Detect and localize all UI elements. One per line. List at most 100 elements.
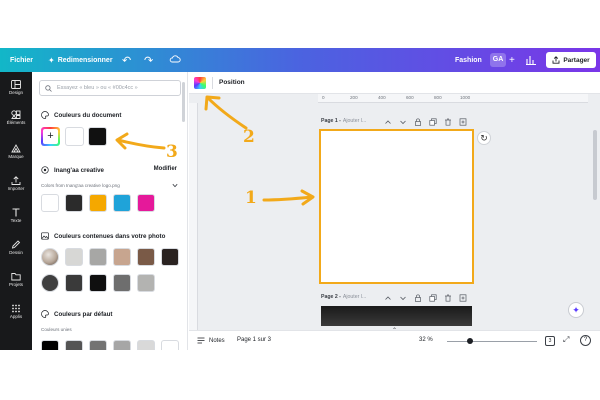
document-color-swatch[interactable] [65, 127, 84, 146]
chevron-down-icon[interactable] [399, 118, 407, 126]
add-page-icon[interactable] [459, 294, 467, 302]
default-color-swatch[interactable] [65, 340, 83, 350]
annotation-number-1: 1 [245, 188, 257, 208]
brand-color-swatch[interactable] [65, 194, 83, 212]
default-color-swatch[interactable] [41, 340, 59, 350]
folder-icon [11, 273, 21, 281]
photo-color-swatch[interactable] [137, 248, 155, 266]
page-title-input[interactable]: Ajouter l... [343, 294, 366, 300]
rail-item-projects[interactable]: Projets [0, 272, 32, 287]
canvas-scrollbar[interactable] [593, 130, 597, 200]
rail-label-text: Texte [10, 218, 22, 223]
zoom-text: 32 % [419, 337, 433, 343]
rail-item-upload[interactable]: Importer [0, 176, 32, 191]
photo-color-swatch[interactable] [41, 274, 59, 292]
page-title-input[interactable]: Ajouter l... [343, 118, 366, 124]
notes-button[interactable]: Notes [197, 337, 225, 344]
apps-icon [12, 304, 20, 313]
document-color-swatch[interactable] [88, 127, 107, 146]
share-label: Partager [563, 56, 590, 64]
add-page-icon[interactable] [459, 118, 467, 126]
photo-color-swatch[interactable] [113, 274, 131, 292]
default-colors-header: Couleurs par défaut [41, 310, 112, 318]
panel-scrollbar[interactable] [182, 82, 185, 122]
page-indicator: Page 1 sur 3 [237, 337, 271, 343]
grid-view-icon[interactable]: 3 [545, 336, 555, 346]
edit-brand-colors-button[interactable]: Modifier [154, 166, 177, 172]
project-name[interactable]: Fashion [455, 57, 482, 64]
photo-color-swatch[interactable] [161, 248, 179, 266]
chevron-down-icon[interactable] [399, 294, 407, 302]
rail-item-apps[interactable]: Applis [0, 304, 32, 319]
redo-icon[interactable]: ↷ [144, 54, 153, 67]
duplicate-icon[interactable] [429, 118, 437, 126]
insights-icon[interactable] [525, 54, 537, 65]
avatar[interactable]: GA [490, 53, 506, 67]
page-canvas-1[interactable] [319, 129, 474, 284]
rail-item-design[interactable]: Design [0, 80, 32, 95]
resize-button[interactable]: ✦ Redimensionner [48, 56, 113, 65]
duplicate-icon[interactable] [429, 294, 437, 302]
photo-color-swatch[interactable] [65, 274, 83, 292]
color-search-input[interactable]: Essayez « bleu » ou « #00c4cc » [39, 80, 181, 96]
zoom-slider[interactable] [447, 341, 537, 342]
add-collaborator-button[interactable]: + [509, 55, 515, 66]
help-label: ? [583, 337, 588, 343]
ruler-tick: 800 [434, 95, 442, 100]
add-color-button[interactable]: + [41, 127, 60, 146]
shapes-icon [11, 110, 21, 119]
lock-icon[interactable] [414, 294, 422, 302]
horizontal-ruler: 0 200 400 600 800 1000 [318, 94, 588, 103]
photo-color-swatch[interactable] [113, 248, 131, 266]
fullscreen-icon[interactable]: ⤢ [563, 335, 569, 345]
photo-thumbnail[interactable] [41, 248, 59, 266]
rail-item-brand[interactable]: Marque [0, 144, 32, 159]
file-menu-button[interactable]: Fichier [10, 57, 33, 64]
text-color-button[interactable] [194, 77, 206, 89]
brand-color-swatch[interactable] [89, 194, 107, 212]
brand-color-swatch[interactable] [113, 194, 131, 212]
rail-item-draw[interactable]: Dessin [0, 240, 32, 255]
default-color-swatch[interactable] [113, 340, 131, 350]
lock-icon[interactable] [414, 118, 422, 126]
brand-color-swatch[interactable] [41, 194, 59, 212]
toolbar-divider [212, 77, 213, 89]
trash-icon[interactable] [444, 118, 452, 126]
annotation-arrow-3 [115, 132, 166, 150]
upload-icon [11, 176, 21, 185]
chevron-up-icon[interactable] [384, 118, 392, 126]
photo-color-swatch[interactable] [65, 248, 83, 266]
palette-icon [41, 111, 49, 119]
chevron-up-icon[interactable] [384, 294, 392, 302]
brand-color-swatch[interactable] [137, 194, 155, 212]
brand-kit-subtitle-text: Colors from Inang'aa creative logo.png [41, 183, 120, 188]
undo-icon[interactable]: ↶ [122, 54, 131, 67]
chevron-down-icon[interactable] [172, 183, 178, 188]
chevron-up-icon[interactable]: ⌃ [392, 327, 397, 334]
page-actions [384, 118, 467, 126]
rail-item-elements[interactable]: Éléments [0, 110, 32, 125]
trash-icon[interactable] [444, 294, 452, 302]
photo-colors-title: Couleurs contenues dans votre photo [54, 232, 166, 240]
photo-colors-header: Couleurs contenues dans votre photo [41, 232, 165, 240]
photo-color-swatch[interactable] [137, 274, 155, 292]
page-canvas-2[interactable] [321, 306, 472, 326]
help-button[interactable]: ? [580, 335, 591, 346]
position-button[interactable]: Position [219, 79, 245, 86]
rail-label-projects: Projets [8, 282, 23, 287]
rail-item-text[interactable]: Texte [0, 208, 32, 223]
document-colors-title: Couleurs du document [54, 111, 122, 119]
magic-assistant-icon[interactable]: ✦ [568, 302, 584, 318]
photo-color-swatch[interactable] [89, 248, 107, 266]
avatar-initials: GA [492, 56, 504, 63]
zoom-slider-handle[interactable] [466, 338, 473, 344]
cloud-icon[interactable] [169, 54, 181, 64]
zoom-level[interactable]: 32 % [419, 337, 433, 343]
add-collaborator-label: + [509, 54, 515, 66]
share-button[interactable]: Partager [546, 52, 596, 68]
default-color-swatch[interactable] [161, 340, 179, 350]
default-color-swatch[interactable] [137, 340, 155, 350]
default-color-swatch[interactable] [89, 340, 107, 350]
photo-color-swatch[interactable] [89, 274, 107, 292]
refresh-icon[interactable]: ↻ [477, 131, 491, 145]
